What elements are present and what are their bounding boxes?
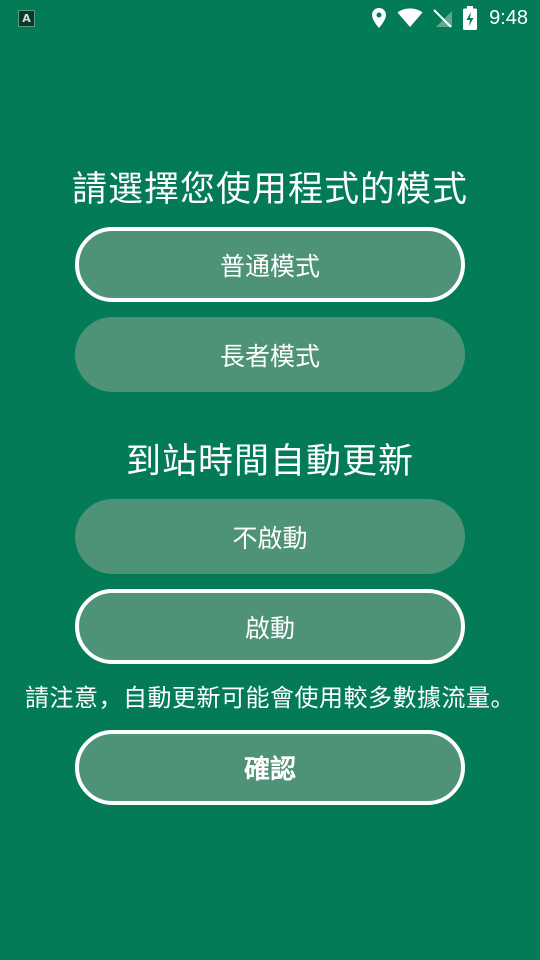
elder-mode-label: 長者模式 xyxy=(219,341,320,371)
auto-update-section-title: 到站時間自動更新 xyxy=(125,442,414,482)
auto-update-on-button[interactable]: 啟動 xyxy=(75,589,465,664)
status-icons: 9:48 xyxy=(371,6,528,30)
status-bar: A 9:48 xyxy=(0,0,540,36)
wifi-icon xyxy=(397,8,423,28)
elder-mode-button[interactable]: 長者模式 xyxy=(75,317,465,392)
clock: 9:48 xyxy=(489,6,528,29)
confirm-label: 確認 xyxy=(243,755,296,785)
app-notification-icon: A xyxy=(18,10,35,27)
no-signal-icon xyxy=(433,8,453,28)
normal-mode-label: 普通模式 xyxy=(219,251,320,281)
auto-update-off-button[interactable]: 不啟動 xyxy=(75,499,465,574)
battery-charging-icon xyxy=(463,6,478,30)
confirm-button[interactable]: 確認 xyxy=(75,730,465,805)
data-usage-notice: 請注意，自動更新可能會使用較多數據流量。 xyxy=(25,684,515,712)
normal-mode-button[interactable]: 普通模式 xyxy=(75,227,465,302)
mode-section-title: 請選擇您使用程式的模式 xyxy=(71,170,468,210)
auto-update-off-label: 不啟動 xyxy=(232,523,308,553)
auto-update-on-label: 啟動 xyxy=(244,613,295,643)
location-icon xyxy=(371,7,387,29)
